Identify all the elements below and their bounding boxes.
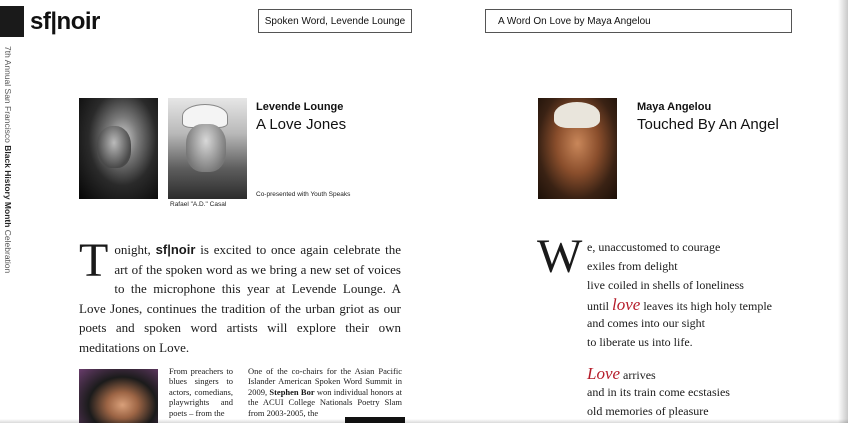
poem-line: exiles from delight xyxy=(587,259,678,273)
page: sf|noir 7th Annual San Francisco Black H… xyxy=(0,0,848,423)
poem-line-post: arrives xyxy=(620,368,656,382)
poem-line: to liberate us into life. xyxy=(587,335,693,349)
venue-name: Levende Lounge xyxy=(256,101,344,113)
poem-line-post: leaves its high holy temple xyxy=(640,299,772,313)
poem-love-word: love xyxy=(612,295,641,314)
column-b-poet-name: Stephen Bor xyxy=(269,386,315,397)
page-edge-shadow xyxy=(838,0,848,423)
copresented-caption: Co-presented with Youth Speaks xyxy=(256,191,351,198)
intro-paragraph: Tonight, sf|noir is excited to once agai… xyxy=(79,234,401,357)
intro-text-2: is excited to once again celebrate the a… xyxy=(79,242,401,355)
poem-line: live coiled in shells of loneliness xyxy=(587,278,744,292)
poem-line: Love arrives xyxy=(587,364,787,383)
poem: e, unaccustomed to courage exiles from d… xyxy=(587,238,787,421)
poem-line-pre: until xyxy=(587,299,613,313)
maya-angelou-photo xyxy=(538,98,617,199)
author-name: Maya Angelou xyxy=(637,101,712,113)
tab-word-on-love[interactable]: A Word On Love by Maya Angelou xyxy=(485,9,792,33)
logo-block xyxy=(0,6,24,37)
poem-dropcap: W xyxy=(537,230,583,283)
poem-title: Touched By An Angel xyxy=(637,116,779,133)
side-caption-bold: Black History Month xyxy=(3,145,13,228)
side-caption-suffix: Celebration xyxy=(3,227,13,274)
logo-text: sf|noir xyxy=(30,7,100,35)
poem-line: e, unaccustomed to courage xyxy=(587,240,721,254)
intro-text-1: onight, xyxy=(114,242,156,257)
poet-photo xyxy=(79,369,158,423)
photo-caption: Rafael "A.D." Casal xyxy=(170,201,227,208)
poem-line: until love leaves its high holy temple xyxy=(587,295,787,314)
side-caption: 7th Annual San Francisco Black History M… xyxy=(2,46,14,366)
column-b-text: One of the co-chairs for the Asian Pacif… xyxy=(248,366,402,418)
side-caption-prefix: 7th Annual San Francisco xyxy=(3,46,13,146)
poem-love-word: Love xyxy=(587,364,621,383)
poem-line: and in its train come ecstasies xyxy=(587,385,730,399)
intro-dropcap: T xyxy=(79,234,109,287)
stanza-gap xyxy=(587,352,787,364)
performer-mic-photo xyxy=(79,98,158,199)
event-title: A Love Jones xyxy=(256,116,347,133)
column-a-text: From preachers to blues singers to actor… xyxy=(169,366,233,418)
intro-brand: sf|noir xyxy=(155,242,196,257)
rafael-casal-photo xyxy=(168,98,247,199)
tab-spoken-word[interactable]: Spoken Word, Levende Lounge xyxy=(258,9,412,33)
site-logo[interactable]: sf|noir xyxy=(0,6,100,37)
page-bottom-shadow xyxy=(0,419,848,423)
poem-line: and comes into our sight xyxy=(587,316,705,330)
